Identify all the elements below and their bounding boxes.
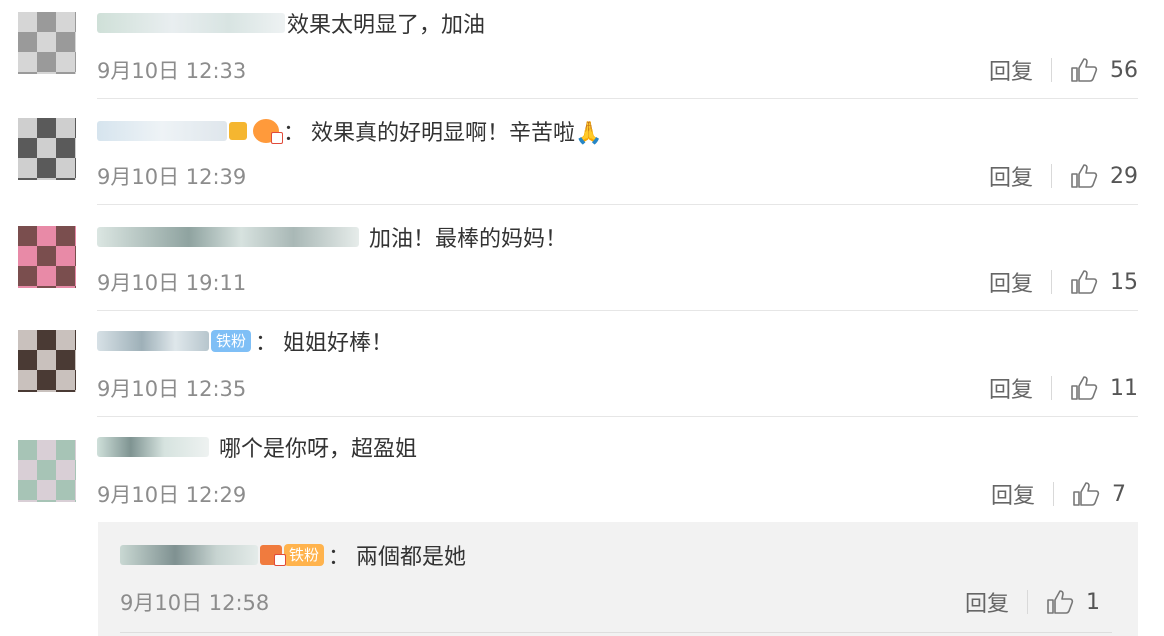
colon: ： [328, 545, 351, 570]
like-count: 29 [1110, 163, 1138, 189]
comment-actions: 回复 1 [965, 586, 1112, 618]
reply-button[interactable]: 回复 [989, 54, 1033, 86]
divider [1051, 376, 1052, 400]
comment-item: 效果太明显了，加油 9月10日 12:33 回复 56 [0, 0, 1164, 100]
comment-actions: 回复 11 [989, 372, 1138, 404]
username[interactable] [97, 227, 359, 247]
like-count: 7 [1112, 481, 1126, 507]
divider [1027, 590, 1028, 614]
fan-badge: 铁粉 [284, 544, 325, 566]
like-count: 15 [1110, 269, 1138, 295]
comment-item: 哪个是你呀，超盈姐 9月10日 12:29 回复 7 [0, 418, 1164, 522]
thumbs-up-icon[interactable] [1070, 163, 1098, 189]
comment-actions: 回复 56 [989, 54, 1138, 86]
divider [97, 310, 1138, 311]
comment-text: 加油！最棒的妈妈！ [369, 227, 568, 252]
comment-text: 兩個都是她 [356, 545, 467, 570]
avatar[interactable] [18, 118, 76, 180]
divider [1051, 270, 1052, 294]
comment-time: 9月10日 12:58 [120, 591, 270, 615]
comment-time: 9月10日 19:11 [97, 271, 247, 295]
comment-actions: 回复 15 [989, 266, 1138, 298]
comment-time: 9月10日 12:35 [97, 377, 247, 401]
reply-button[interactable]: 回复 [991, 478, 1035, 510]
divider [1051, 58, 1052, 82]
comment-text: 姐姐好棒！ [283, 331, 394, 356]
comment-actions: 回复 29 [989, 160, 1138, 192]
colon: ： [255, 331, 278, 356]
comment-item: 加油！最棒的妈妈！ 9月10日 19:11 回复 15 [0, 206, 1164, 312]
thumbs-up-icon[interactable] [1046, 589, 1074, 615]
avatar[interactable] [18, 12, 76, 74]
reply-button[interactable]: 回复 [989, 372, 1033, 404]
vip-badge-icon [260, 545, 286, 566]
crown-badge-icon [229, 122, 247, 140]
comment-item: 铁粉 ： 姐姐好棒！ 9月10日 12:35 回复 11 [0, 312, 1164, 418]
avatar[interactable] [18, 226, 76, 288]
comment-time: 9月10日 12:29 [97, 483, 247, 507]
comment-text: 效果真的好明显啊！辛苦啦🙏 [311, 121, 603, 146]
reply-button[interactable]: 回复 [989, 160, 1033, 192]
username[interactable] [97, 331, 209, 351]
vip-badge-icon [253, 119, 283, 144]
thumbs-up-icon[interactable] [1070, 57, 1098, 83]
reply-button[interactable]: 回复 [989, 266, 1033, 298]
comment-time: 9月10日 12:39 [97, 165, 247, 189]
thumbs-up-icon[interactable] [1070, 269, 1098, 295]
divider [97, 98, 1138, 99]
username[interactable] [97, 437, 209, 457]
divider [1053, 482, 1054, 506]
comment-actions: 回复 7 [991, 478, 1138, 510]
username[interactable] [97, 121, 227, 141]
avatar[interactable] [18, 330, 76, 392]
comment-text: 哪个是你呀，超盈姐 [219, 437, 418, 462]
like-count: 56 [1110, 57, 1138, 83]
divider [97, 204, 1138, 205]
like-count: 11 [1110, 375, 1138, 401]
comment-text: 效果太明显了，加油 [287, 13, 486, 38]
thumbs-up-icon[interactable] [1072, 481, 1100, 507]
divider [97, 416, 1138, 417]
comment-time: 9月10日 12:33 [97, 59, 247, 83]
avatar[interactable] [18, 440, 76, 502]
divider [1051, 164, 1052, 188]
fan-badge: 铁粉 [211, 330, 252, 352]
comment-item: ： 效果真的好明显啊！辛苦啦🙏 9月10日 12:39 回复 29 [0, 100, 1164, 206]
username[interactable] [97, 13, 285, 33]
sub-reply: 铁粉 ： 兩個都是她 9月10日 12:58 回复 1 [98, 522, 1138, 636]
like-count: 1 [1086, 589, 1100, 615]
thumbs-up-icon[interactable] [1070, 375, 1098, 401]
divider [120, 632, 1112, 633]
reply-button[interactable]: 回复 [965, 586, 1009, 618]
colon: ： [283, 121, 306, 146]
username[interactable] [120, 545, 258, 565]
